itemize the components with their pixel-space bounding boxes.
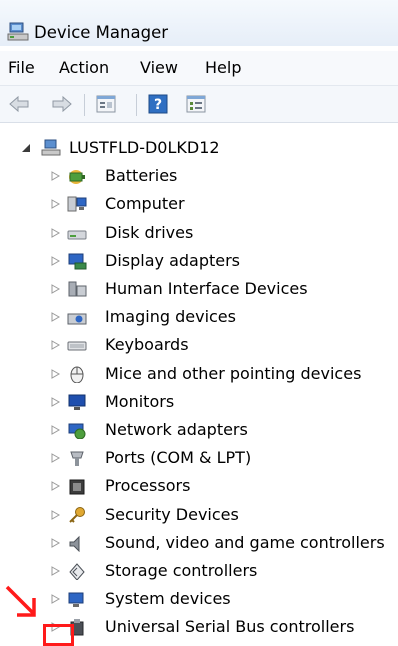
collapsed-triangle-icon[interactable] <box>51 396 60 407</box>
collapsed-triangle-icon[interactable] <box>51 509 60 520</box>
toolbar: ? <box>0 86 398 123</box>
menu-file[interactable]: File <box>8 58 35 78</box>
computer-monitor-icon <box>67 196 87 212</box>
collapsed-triangle-icon[interactable] <box>51 312 60 323</box>
processor-icon <box>69 479 85 495</box>
tree-item-human-interface-devices[interactable]: Human Interface Devices <box>0 275 398 303</box>
speaker-icon <box>69 535 80 552</box>
tree-root-row[interactable]: LUSTFLD-D0LKD12 <box>0 134 398 162</box>
tree-item-label: Sound, video and game controllers <box>105 532 385 552</box>
tree-item-label: Human Interface Devices <box>105 279 308 298</box>
battery-icon <box>69 170 85 185</box>
tree-item-label: Storage controllers <box>105 561 258 580</box>
disk-drive-icon <box>67 230 87 240</box>
collapsed-triangle-icon[interactable] <box>51 594 60 605</box>
computer-icon <box>41 139 61 156</box>
tree-item-label: Mice and other pointing devices <box>105 363 362 383</box>
hid-icon <box>68 281 87 297</box>
imaging-device-icon <box>67 313 87 325</box>
tree-item-storage-controllers[interactable]: Storage controllers <box>0 557 398 585</box>
tree-item-sound-video-and-game-controllers[interactable]: Sound, video and game controllers <box>0 529 398 557</box>
tree-item-mice-and-other-pointing-devices[interactable]: Mice and other pointing devices <box>0 360 398 388</box>
mouse-icon <box>70 366 84 383</box>
show-hidden-icon[interactable] <box>185 94 207 114</box>
security-key-icon <box>69 506 85 523</box>
tree-item-monitors[interactable]: Monitors <box>0 388 398 416</box>
collapsed-triangle-icon[interactable] <box>51 255 60 266</box>
monitor-icon <box>68 394 86 410</box>
help-icon[interactable]: ? <box>147 94 169 114</box>
collapsed-triangle-icon[interactable] <box>51 199 60 210</box>
red-box-annotation <box>43 624 74 646</box>
collapsed-triangle-icon[interactable] <box>51 425 60 435</box>
tree-item-label: Batteries <box>105 166 178 186</box>
tree-item-processors[interactable]: Processors <box>0 472 398 500</box>
tree-item-keyboards[interactable]: Keyboards <box>0 331 398 359</box>
svg-text:?: ? <box>154 97 162 113</box>
keyboard-icon <box>67 341 87 351</box>
tree-item-label: Network adapters <box>105 420 248 439</box>
toolbar-separator <box>136 94 137 116</box>
tree-root-label: LUSTFLD-D0LKD12 <box>69 138 220 157</box>
tree-item-label: System devices <box>105 589 231 609</box>
collapsed-triangle-icon[interactable] <box>51 340 60 351</box>
forward-arrow-icon[interactable] <box>51 94 73 114</box>
display-adapter-icon <box>68 253 87 270</box>
tree-item-label: Keyboards <box>105 335 189 355</box>
collapsed-triangle-icon[interactable] <box>51 453 60 464</box>
tree-item-label: Processors <box>105 476 191 496</box>
collapsed-triangle-icon[interactable] <box>51 481 60 492</box>
expanded-triangle-icon[interactable] <box>21 143 31 153</box>
tree-item-system-devices[interactable]: System devices <box>0 585 398 613</box>
tree-item-label: Disk drives <box>105 222 194 242</box>
tree-item-display-adapters[interactable]: Display adapters <box>0 247 398 275</box>
system-device-icon <box>68 592 84 608</box>
tree-item-label: Display adapters <box>105 250 241 270</box>
device-manager-icon <box>7 22 29 41</box>
tree-item-ports-com-lpt[interactable]: Ports (COM & LPT) <box>0 444 398 472</box>
title-bar: Device Manager <box>0 0 398 46</box>
device-tree: LUSTFLD-D0LKD12 Batteries Computer Disk dri… <box>0 128 398 642</box>
tree-item-batteries[interactable]: Batteries <box>0 162 398 190</box>
back-arrow-icon[interactable] <box>8 94 30 114</box>
collapsed-triangle-icon[interactable] <box>51 566 60 576</box>
tree-item-disk-drives[interactable]: Disk drives <box>0 219 398 247</box>
menu-view[interactable]: View <box>140 58 178 78</box>
window-title: Device Manager <box>34 23 168 42</box>
tree-item-security-devices[interactable]: Security Devices <box>0 501 398 529</box>
toolbar-separator <box>84 94 85 116</box>
red-arrow-annotation <box>5 585 36 617</box>
network-adapter-icon <box>68 423 86 439</box>
tree-item-label: Security Devices <box>105 504 239 524</box>
properties-icon[interactable] <box>95 94 117 114</box>
collapsed-triangle-icon[interactable] <box>51 227 60 238</box>
tree-item-computer[interactable]: Computer <box>0 190 398 218</box>
collapsed-triangle-icon[interactable] <box>51 537 60 548</box>
tree-item-network-adapters[interactable]: Network adapters <box>0 416 398 444</box>
tree-item-label: Ports (COM & LPT) <box>105 448 252 468</box>
port-icon <box>70 451 84 467</box>
collapsed-triangle-icon[interactable] <box>51 171 60 182</box>
menu-action[interactable]: Action <box>59 58 109 78</box>
tree-item-label: Universal Serial Bus controllers <box>105 617 355 637</box>
menu-bar: File Action View Help <box>0 51 398 86</box>
tree-item-label: Monitors <box>105 391 175 411</box>
storage-controller-icon <box>69 563 85 580</box>
menu-help[interactable]: Help <box>205 58 241 78</box>
collapsed-triangle-icon[interactable] <box>51 368 60 379</box>
tree-item-label: Imaging devices <box>105 307 236 327</box>
tree-item-imaging-devices[interactable]: Imaging devices <box>0 303 398 331</box>
collapsed-triangle-icon[interactable] <box>51 284 60 294</box>
tree-item-label: Computer <box>105 194 185 214</box>
